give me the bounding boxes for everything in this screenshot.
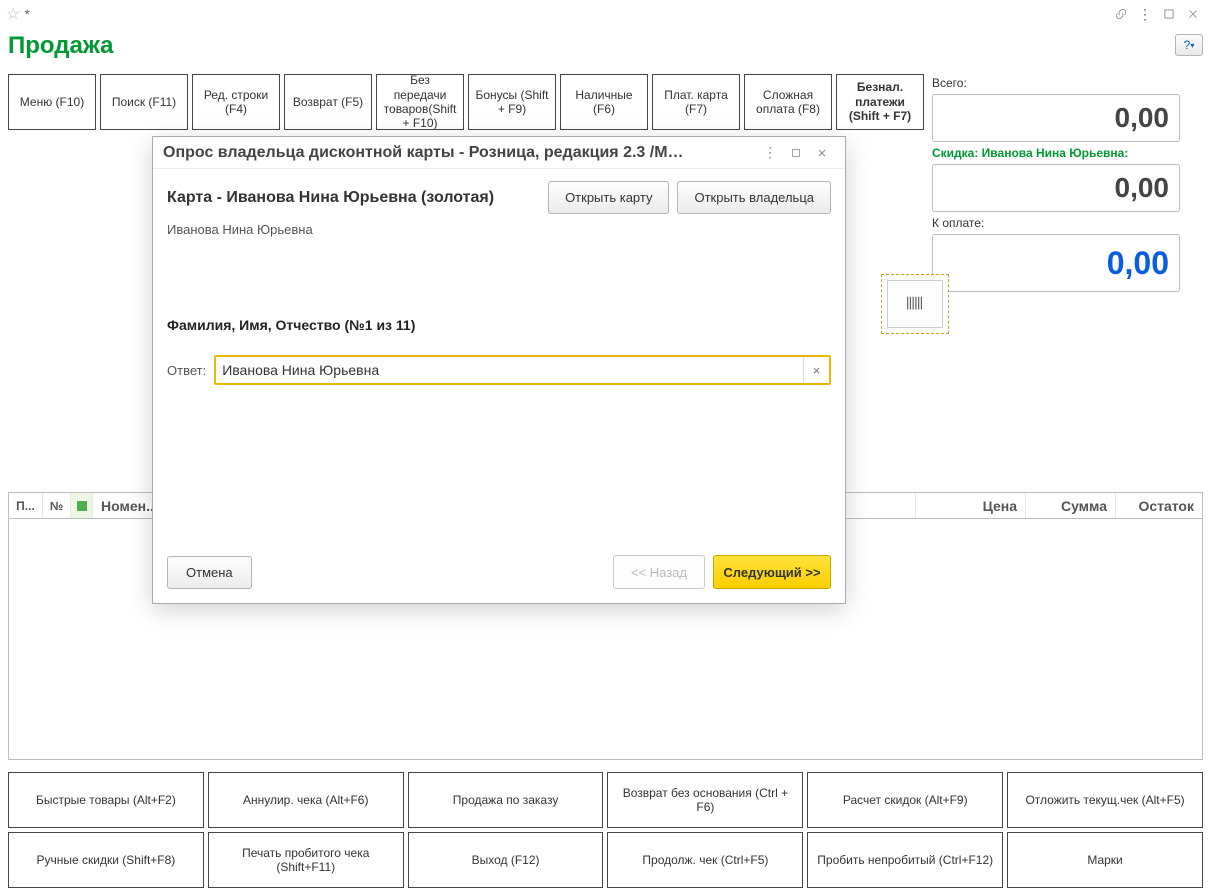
card-title: Карта - Иванова Нина Юрьевна (золотая) xyxy=(167,189,494,207)
col-stock: Остаток xyxy=(1116,493,1202,518)
link-icon[interactable] xyxy=(1109,2,1133,26)
discount-calc-button[interactable]: Расчет скидок (Alt+F9) xyxy=(807,772,1003,828)
survey-modal: Опрос владельца дисконтной карты - Розни… xyxy=(152,136,846,604)
kebab-menu-icon[interactable]: ⋮ xyxy=(1133,2,1157,26)
answer-input[interactable] xyxy=(216,357,803,383)
help-button[interactable]: ?▾ xyxy=(1175,34,1203,56)
topay-value: 0,00 xyxy=(932,234,1180,292)
discount-label: Скидка: Иванова Нина Юрьевна: xyxy=(932,144,1180,162)
fast-goods-button[interactable]: Быстрые товары (Alt+F2) xyxy=(8,772,204,828)
menu-button[interactable]: Меню (F10) xyxy=(8,74,96,130)
total-label: Всего: xyxy=(932,74,1180,92)
answer-label: Ответ: xyxy=(167,363,206,378)
open-card-button[interactable]: Открыть карту xyxy=(548,181,669,214)
marks-button[interactable]: Марки xyxy=(1007,832,1203,888)
col-sum: Сумма xyxy=(1026,493,1116,518)
print-receipt-button[interactable]: Печать пробитого чека (Shift+F11) xyxy=(208,832,404,888)
resume-check-button[interactable]: Продолж. чек (Ctrl+F5) xyxy=(607,832,803,888)
cash-button[interactable]: Наличные (F6) xyxy=(560,74,648,130)
column-icon xyxy=(76,500,88,512)
clear-input-icon[interactable]: × xyxy=(803,357,829,383)
manual-discounts-button[interactable]: Ручные скидки (Shift+F8) xyxy=(8,832,204,888)
col-p: П... xyxy=(9,493,43,518)
no-transfer-button[interactable]: Без передачи товаров(Shift + F10) xyxy=(376,74,464,130)
col-price: Цена xyxy=(916,493,1026,518)
col-icon xyxy=(71,493,93,518)
order-sale-button[interactable]: Продажа по заказу xyxy=(408,772,604,828)
modified-indicator: * xyxy=(24,6,29,22)
edit-row-button[interactable]: Ред. строки (F4) xyxy=(192,74,280,130)
void-check-button[interactable]: Аннулир. чека (Alt+F6) xyxy=(208,772,404,828)
next-button[interactable]: Следующий >> xyxy=(713,555,831,589)
modal-close-icon[interactable] xyxy=(809,140,835,166)
modal-maximize-icon[interactable] xyxy=(783,140,809,166)
page-title: Продажа xyxy=(8,28,114,68)
bonuses-button[interactable]: Бонусы (Shift + F9) xyxy=(468,74,556,130)
return-no-basis-button[interactable]: Возврат без основания (Ctrl + F6) xyxy=(607,772,803,828)
return-button[interactable]: Возврат (F5) xyxy=(284,74,372,130)
punch-unpunched-button[interactable]: Пробить непробитый (Ctrl+F12) xyxy=(807,832,1003,888)
cancel-button[interactable]: Отмена xyxy=(167,556,252,589)
search-button[interactable]: Поиск (F11) xyxy=(100,74,188,130)
barcode-scan-button[interactable] xyxy=(881,274,949,334)
exit-button[interactable]: Выход (F12) xyxy=(408,832,604,888)
modal-kebab-icon[interactable]: ⋮ xyxy=(757,140,783,166)
window-maximize-icon[interactable] xyxy=(1157,2,1181,26)
favorite-star-icon[interactable]: ☆ xyxy=(6,4,20,24)
total-value: 0,00 xyxy=(932,94,1180,142)
card-button[interactable]: Плат. карта (F7) xyxy=(652,74,740,130)
discount-value: 0,00 xyxy=(932,164,1180,212)
modal-title: Опрос владельца дисконтной карты - Розни… xyxy=(163,144,757,162)
answer-field-wrapper: × xyxy=(214,355,831,385)
col-num: № xyxy=(43,493,71,518)
barcode-icon xyxy=(904,293,926,315)
postpone-check-button[interactable]: Отложить текущ.чек (Alt+F5) xyxy=(1007,772,1203,828)
complex-payment-button[interactable]: Сложная оплата (F8) xyxy=(744,74,832,130)
window-titlebar: ☆ * ⋮ xyxy=(0,0,1211,28)
noncash-payments-button[interactable]: Безнал. платежи (Shift + F7) xyxy=(836,74,924,130)
window-close-icon[interactable] xyxy=(1181,2,1205,26)
owner-name: Иванова Нина Юрьевна xyxy=(167,222,831,237)
back-button: << Назад xyxy=(613,555,705,589)
topay-label: К оплате: xyxy=(932,214,1180,232)
survey-question: Фамилия, Имя, Отчество (№1 из 11) xyxy=(167,317,831,333)
open-owner-button[interactable]: Открыть владельца xyxy=(677,181,831,214)
